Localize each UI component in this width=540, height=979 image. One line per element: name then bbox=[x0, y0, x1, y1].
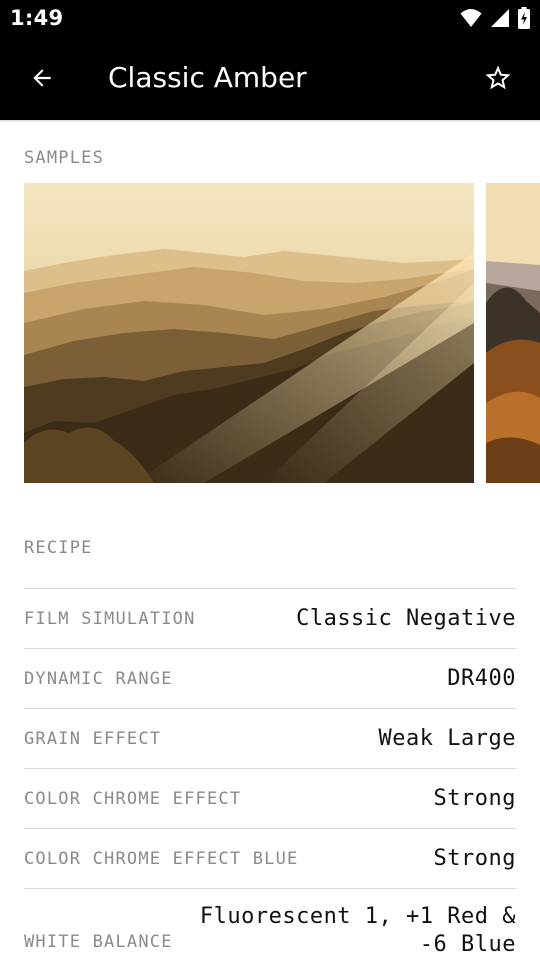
recipe-key: WHITE BALANCE bbox=[24, 932, 173, 952]
recipe-row-white-balance: WHITE BALANCE Fluorescent 1, +1 Red & -6… bbox=[24, 888, 516, 979]
samples-carousel[interactable] bbox=[24, 183, 540, 483]
sample-image-2[interactable] bbox=[486, 183, 540, 483]
arrow-back-icon bbox=[33, 69, 51, 87]
recipe-value: Strong bbox=[433, 785, 516, 811]
recipe-table: FILM SIMULATION Classic Negative DYNAMIC… bbox=[24, 588, 516, 979]
star-outline-icon bbox=[485, 65, 511, 90]
app-bar: Classic Amber bbox=[0, 36, 540, 120]
recipe-row-grain-effect: GRAIN EFFECT Weak Large bbox=[24, 708, 516, 768]
recipe-key: COLOR CHROME EFFECT BLUE bbox=[24, 848, 299, 869]
recipe-key: FILM SIMULATION bbox=[24, 608, 196, 629]
recipe-row-dynamic-range: DYNAMIC RANGE DR400 bbox=[24, 648, 516, 708]
status-bar: 1:49 bbox=[0, 0, 540, 36]
app-bar-shadow bbox=[0, 120, 540, 123]
recipe-value: Fluorescent 1, +1 Red & -6 Blue bbox=[199, 904, 516, 957]
recipe-row-color-chrome-effect-blue: COLOR CHROME EFFECT BLUE Strong bbox=[24, 828, 516, 888]
favorite-button[interactable] bbox=[474, 54, 522, 102]
recipe-key: GRAIN EFFECT bbox=[24, 728, 162, 749]
recipe-row-film-simulation: FILM SIMULATION Classic Negative bbox=[24, 588, 516, 648]
back-button[interactable] bbox=[18, 54, 66, 102]
status-time: 1:49 bbox=[10, 6, 64, 30]
samples-heading: SAMPLES bbox=[24, 148, 105, 168]
recipe-value: Strong bbox=[433, 845, 516, 871]
sample-image-1[interactable] bbox=[24, 183, 474, 483]
page-title: Classic Amber bbox=[108, 61, 307, 94]
recipe-value: DR400 bbox=[447, 665, 516, 691]
recipe-key: COLOR CHROME EFFECT bbox=[24, 788, 242, 809]
battery-charging-icon bbox=[518, 7, 530, 29]
recipe-key: DYNAMIC RANGE bbox=[24, 668, 173, 689]
signal-icon bbox=[491, 9, 509, 27]
recipe-row-color-chrome-effect: COLOR CHROME EFFECT Strong bbox=[24, 768, 516, 828]
status-icons bbox=[460, 6, 530, 30]
recipe-heading: RECIPE bbox=[24, 538, 93, 558]
recipe-value: Weak Large bbox=[378, 725, 516, 751]
wifi-icon bbox=[460, 9, 482, 27]
recipe-value: Classic Negative bbox=[296, 605, 516, 631]
